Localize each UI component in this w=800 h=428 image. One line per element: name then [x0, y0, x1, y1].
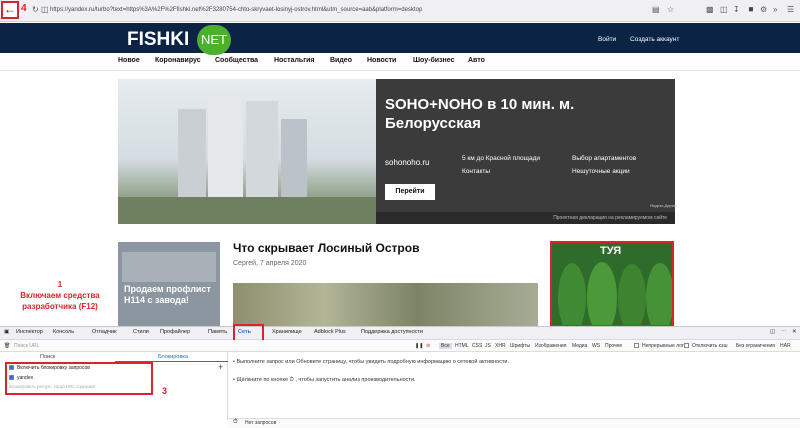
article-meta: Сергей, 7 апреля 2020 [233, 260, 307, 267]
nav-item-news[interactable]: Новости [367, 57, 396, 64]
timer-icon: ⏱ [233, 419, 238, 425]
reader-icon[interactable]: ▤ [652, 5, 660, 14]
gear-icon[interactable]: ⚙ [760, 5, 767, 14]
nav-item-auto[interactable]: Авто [468, 57, 485, 64]
ad-domain[interactable]: sohonoho.ru [385, 158, 429, 167]
filter-media[interactable]: Медиа [572, 343, 587, 349]
devtools-tab-accessibility[interactable]: Поддержка доступности [361, 329, 423, 335]
annotation-marker-4: 4 [21, 3, 27, 14]
filter-css[interactable]: CSS [472, 343, 482, 349]
ad-image[interactable] [118, 79, 376, 224]
throttling-select[interactable]: Без ограничения [736, 343, 775, 349]
filter-ws[interactable]: WS [592, 343, 600, 349]
network-status-text: Нет запросов [245, 420, 277, 426]
side-tab-search[interactable]: Поиск [40, 354, 55, 360]
site-logo-badge[interactable]: NET [197, 25, 231, 55]
devtools-pick-icon[interactable]: ▣ [4, 329, 9, 335]
back-button[interactable]: ← [1, 1, 19, 19]
devtools-more-icon[interactable]: ⋯ [781, 329, 787, 335]
extension-icon[interactable]: ◾ [746, 5, 756, 14]
side-tab-blocking[interactable]: Блокировка [158, 354, 188, 360]
menu-icon[interactable]: ☰ [787, 5, 794, 14]
filter-images[interactable]: Изображения [535, 343, 566, 349]
annotation-1: 1 Включаем средства разработчика (F12) [0, 279, 120, 312]
shield-icon: ◫ [41, 5, 49, 14]
filter-xhr[interactable]: XHR [495, 343, 506, 349]
devtools-tab-debugger[interactable]: Отладчик [92, 329, 117, 335]
sidebar-icon[interactable]: ◫ [720, 5, 728, 14]
overflow-icon[interactable]: » [773, 5, 777, 14]
persist-logs-label: Непрерывные логи [642, 343, 687, 349]
devtools-tab-console[interactable]: Консоль [53, 329, 74, 335]
download-icon[interactable]: ↧ [733, 5, 740, 14]
enable-blocking-checkbox[interactable]: Включить блокировку запросов [9, 365, 90, 371]
building-illustration [118, 94, 376, 224]
annotation-marker-3: 3 [162, 386, 168, 396]
nav-item-nostalgia[interactable]: Ностальгия [274, 57, 315, 64]
devtools-tab-profiler[interactable]: Профайлер [160, 329, 190, 335]
block-url-input[interactable]: Блокировать ресурс, когда URL содержит [9, 384, 96, 389]
devtools-close-icon[interactable]: ✕ [792, 329, 797, 335]
filter-other[interactable]: Прочее [605, 343, 622, 349]
annotation-1-number: 1 [57, 280, 63, 289]
block-item-label: yandex [17, 375, 34, 381]
filter-all[interactable]: Все [439, 343, 452, 349]
disable-cache-checkbox[interactable]: Отключить кэш [684, 343, 727, 349]
block-item-yandex[interactable]: yandex [9, 375, 33, 381]
devtools-tab-styles[interactable]: Стили [133, 329, 149, 335]
pause-icon[interactable]: ❚❚ [415, 343, 423, 349]
site-header [0, 23, 800, 53]
add-block-icon[interactable]: + [218, 362, 223, 372]
annotation-1-text: Включаем средства разработчика (F12) [20, 291, 100, 311]
network-hint-reload: • Выполните запрос или Обновите страницу… [233, 359, 509, 365]
login-link[interactable]: Войти [598, 36, 616, 43]
article-image[interactable] [233, 283, 538, 327]
reload-icon[interactable]: ↻ [32, 5, 39, 14]
filter-fonts[interactable]: Шрифты [510, 343, 530, 349]
signup-link[interactable]: Создать аккаунт [630, 36, 679, 43]
promo-card-left-text[interactable]: Продаем профлист Н114 с завода! [124, 284, 220, 306]
nav-item-showbiz[interactable]: Шоу-бизнес [413, 57, 454, 64]
nav-item-new[interactable]: Новое [118, 57, 140, 64]
bookmark-icon[interactable]: ☆ [667, 5, 674, 14]
nav-item-coronavirus[interactable]: Коронавирус [155, 57, 201, 64]
url-filter-input[interactable]: Поиск URL [14, 343, 39, 349]
url-bar[interactable]: https://yandex.ru/turbo?text=https%3A%2F… [50, 3, 600, 17]
site-logo[interactable]: FISHKI [127, 29, 189, 51]
article-title[interactable]: Что скрывает Лосиный Остров [233, 241, 419, 255]
trash-icon[interactable]: 🗑 [4, 343, 10, 349]
filter-html[interactable]: HTML [455, 343, 469, 349]
ad-link[interactable]: Контакты [462, 168, 490, 175]
nav-item-communities[interactable]: Сообщества [215, 57, 258, 64]
devtools-tab-storage[interactable]: Хранилище [272, 329, 302, 335]
enable-blocking-label: Включить блокировку запросов [17, 365, 90, 371]
filter-js[interactable]: JS [485, 343, 491, 349]
nav-item-video[interactable]: Видео [330, 57, 352, 64]
devtools-tab-memory[interactable]: Память [208, 329, 227, 335]
persist-logs-checkbox[interactable]: Непрерывные логи [634, 343, 687, 349]
ad-title[interactable]: SOHO+NOHO в 10 мин. м. Белорусская [385, 95, 670, 133]
ad-link[interactable]: 5 км до Красной площади [462, 155, 540, 162]
devtools-tab-adblock[interactable]: Adblock Plus [314, 329, 346, 335]
network-status-bar [228, 418, 800, 428]
ad-go-button[interactable]: Перейти [385, 184, 435, 200]
ad-source-label: Яндекс.Директ [650, 203, 678, 208]
ad-link[interactable]: Нешуточные акции [572, 168, 630, 175]
block-icon[interactable]: ⊘ [426, 343, 430, 349]
devtools-dock-icon[interactable]: ◫ [770, 329, 775, 335]
devtools-tab-inspector[interactable]: Инспектор [16, 329, 43, 335]
disable-cache-label: Отключить кэш [692, 343, 728, 349]
har-menu[interactable]: HAR [780, 343, 791, 349]
ad-declaration: Проектная декларация на рекламируемом са… [376, 212, 675, 224]
library-icon[interactable]: ▩ [706, 5, 714, 14]
promo-card-right-text[interactable]: ТУЯ [600, 245, 621, 257]
network-hint-perf: • Щёлкните по кнопке ⏱ , чтобы запустить… [233, 377, 416, 383]
ad-link[interactable]: Выбор апартаментов [572, 155, 636, 162]
